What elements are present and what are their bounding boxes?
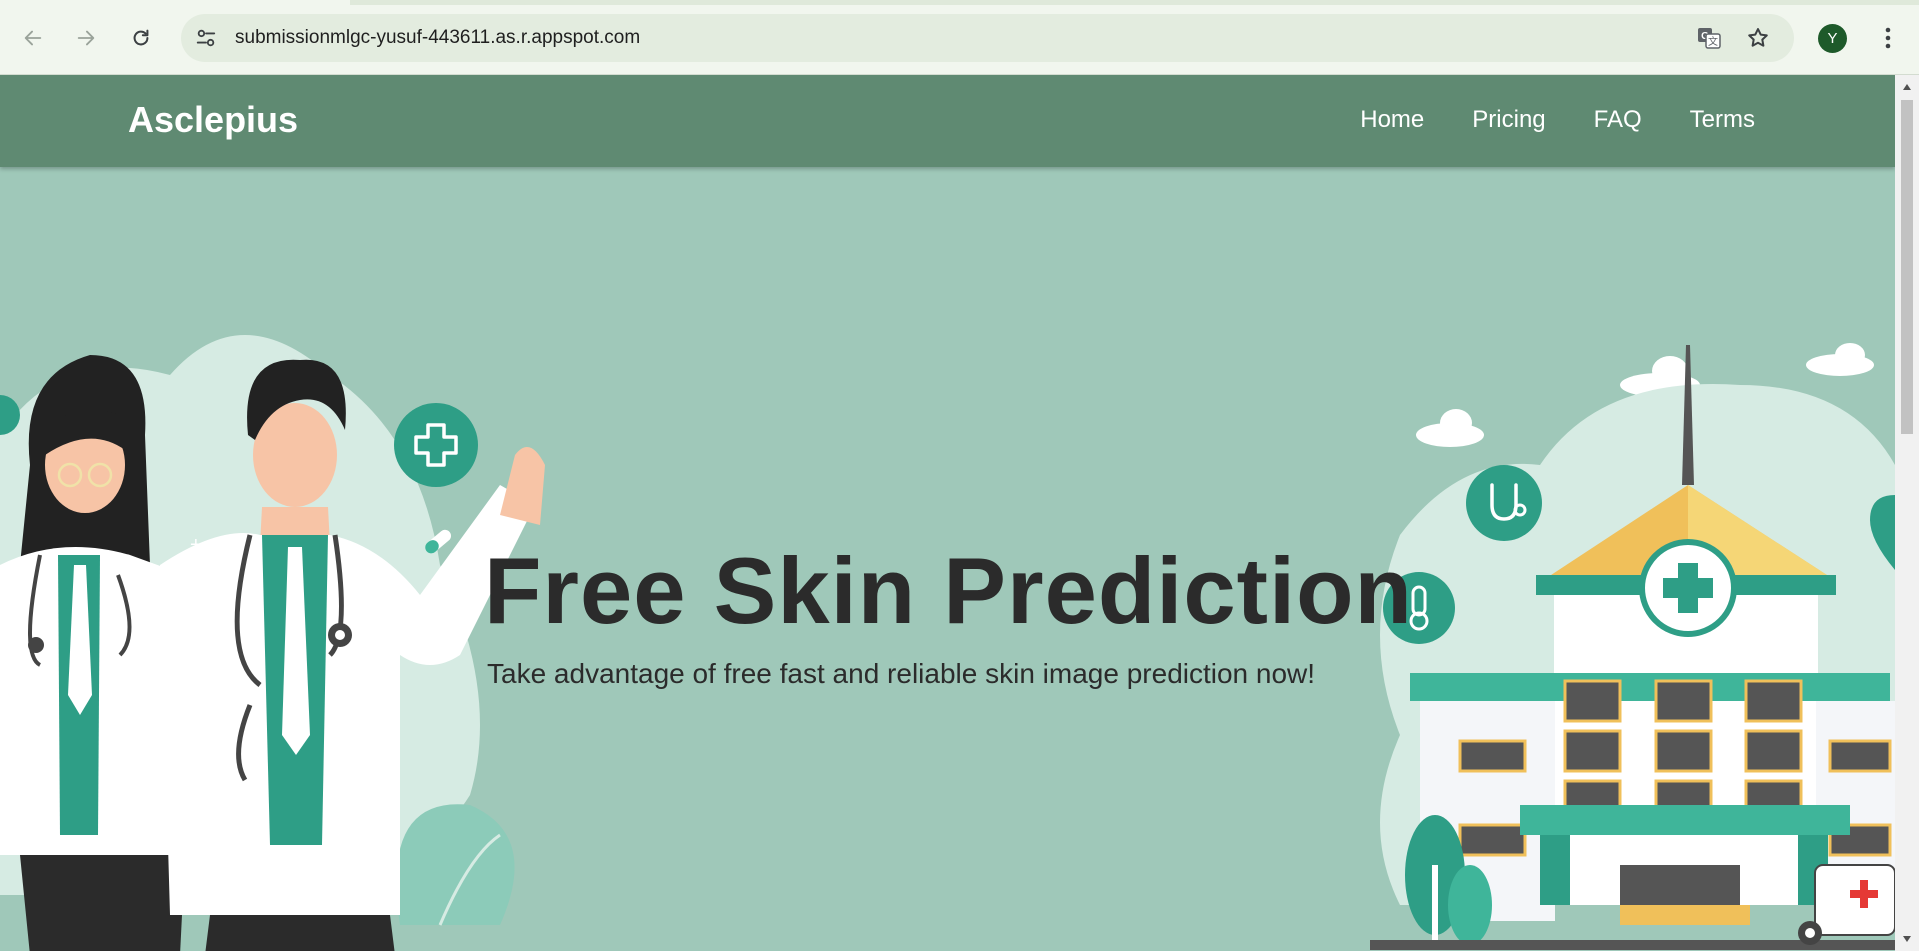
reload-icon: [133, 29, 149, 46]
page-viewport: Asclepius Home Pricing FAQ Terms +: [0, 75, 1895, 951]
nav-links: Home Pricing FAQ Terms: [1360, 106, 1755, 134]
scrollbar-thumb[interactable]: [1901, 100, 1913, 434]
nav-link-home[interactable]: Home: [1360, 106, 1424, 134]
svg-text:文: 文: [1708, 35, 1718, 48]
browser-menu-button[interactable]: [1873, 21, 1903, 55]
nav-link-terms[interactable]: Terms: [1690, 106, 1755, 134]
hero-title: Free Skin Prediction: [484, 538, 1413, 643]
active-tab[interactable]: [0, 0, 350, 5]
nav-link-faq[interactable]: FAQ: [1594, 106, 1642, 134]
hospital-illustration: [1370, 343, 1895, 950]
site-navbar: Asclepius Home Pricing FAQ Terms: [0, 75, 1895, 167]
forward-button[interactable]: [69, 21, 103, 55]
caret-up-icon: [1903, 84, 1911, 90]
back-button[interactable]: [16, 21, 50, 55]
browser-toolbar: submissionmlgc-yusuf-443611.as.r.appspot…: [0, 0, 1919, 75]
address-bar[interactable]: submissionmlgc-yusuf-443611.as.r.appspot…: [181, 14, 1794, 62]
scroll-down-button[interactable]: [1901, 933, 1913, 945]
star-icon: [1748, 28, 1768, 47]
back-arrow-icon: [24, 30, 42, 46]
cloud-icon: [1806, 343, 1874, 376]
nav-link-pricing[interactable]: Pricing: [1472, 106, 1545, 134]
url-text[interactable]: submissionmlgc-yusuf-443611.as.r.appspot…: [235, 27, 640, 49]
brand-logo[interactable]: Asclepius: [128, 99, 298, 141]
hero-subtitle: Take advantage of free fast and reliable…: [487, 658, 1316, 689]
medical-cross-icon: [394, 403, 478, 487]
profile-avatar[interactable]: Y: [1818, 24, 1847, 53]
site-info-button[interactable]: [191, 23, 221, 53]
caret-down-icon: [1903, 936, 1911, 942]
translate-button[interactable]: G 文: [1695, 24, 1723, 52]
page-scrollbar[interactable]: [1895, 75, 1919, 951]
reload-button[interactable]: [124, 21, 158, 55]
hospital-cross-icon: [1639, 539, 1737, 637]
scroll-up-button[interactable]: [1901, 81, 1913, 93]
forward-arrow-icon: [77, 30, 95, 46]
doctors-illustration: +: [0, 335, 545, 951]
cloud-icon: [1416, 409, 1484, 447]
site-info-icon: [196, 29, 216, 47]
bookmark-button[interactable]: [1744, 24, 1772, 52]
kebab-menu-icon: [1885, 27, 1891, 49]
translate-icon: G 文: [1698, 28, 1721, 49]
tab-strip: [0, 0, 1919, 5]
stethoscope-icon: [1466, 465, 1542, 541]
